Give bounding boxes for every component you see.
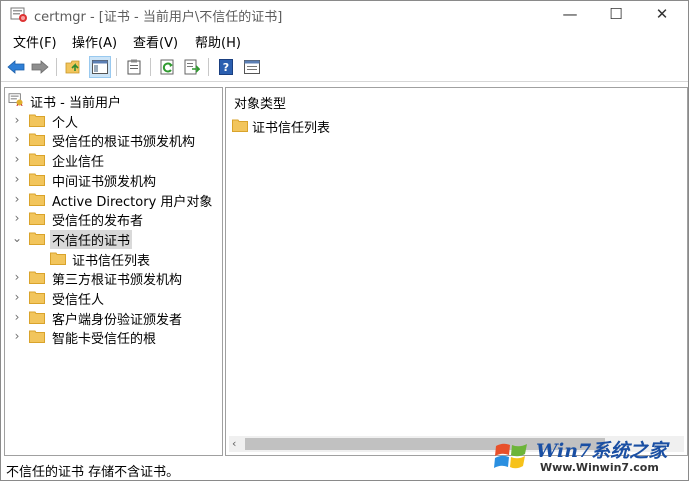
- list-item-label: 证书信任列表: [252, 121, 331, 136]
- chevron-right-icon[interactable]: ›: [12, 152, 22, 166]
- help-icon[interactable]: ?: [215, 56, 237, 78]
- properties-icon[interactable]: [241, 56, 263, 78]
- content-pane[interactable]: 对象类型 证书信任列表 ‹: [225, 87, 688, 456]
- status-text: 不信任的证书 存储不含证书。: [6, 465, 180, 480]
- tree-item-label: 个人: [52, 115, 79, 131]
- menu-help[interactable]: 帮助(H): [195, 32, 241, 51]
- windows-logo-icon: [494, 443, 527, 469]
- folder-icon: [29, 329, 45, 344]
- tree-item-label: 受信任的发布者: [52, 214, 144, 230]
- chevron-right-icon[interactable]: ›: [12, 310, 22, 324]
- folder-icon: [29, 172, 45, 186]
- folder-icon: [29, 310, 45, 324]
- refresh-icon[interactable]: [157, 56, 179, 78]
- menu-file[interactable]: 文件(F): [13, 32, 57, 51]
- folder-icon: [50, 251, 66, 265]
- certmgr-window: certmgr - [证书 - 当前用户\不信任的证书] — ☐ ✕ 文件(F)…: [0, 0, 689, 481]
- tree-item-label: 受信任的根证书颁发机构: [52, 135, 196, 151]
- tree-item-label: 中间证书颁发机构: [52, 174, 157, 190]
- chevron-right-icon[interactable]: ›: [12, 113, 22, 127]
- close-button[interactable]: ✕: [639, 1, 685, 28]
- scroll-left-arrow-icon[interactable]: ‹: [232, 436, 236, 452]
- chevron-right-icon[interactable]: ›: [12, 192, 22, 206]
- tree-item-label: 不信任的证书: [50, 229, 133, 249]
- folder-icon: [29, 132, 45, 147]
- toolbar-separator: [208, 58, 209, 76]
- tree-root-label: 证书 - 当前用户: [30, 96, 121, 111]
- svg-text:?: ?: [223, 61, 229, 74]
- column-header-object-type[interactable]: 对象类型: [234, 93, 286, 112]
- back-arrow-icon[interactable]: [5, 56, 27, 78]
- chevron-right-icon[interactable]: ›: [12, 270, 22, 284]
- folder-icon: [29, 270, 45, 285]
- folder-icon: [29, 211, 45, 226]
- tree-item-label: Active Directory 用户对象: [52, 194, 213, 210]
- folder-icon: [29, 290, 45, 304]
- watermark-title: Win7系统之家: [536, 440, 668, 462]
- forward-arrow-icon[interactable]: [29, 56, 51, 78]
- chevron-right-icon[interactable]: ›: [12, 329, 22, 343]
- folder-icon: [232, 119, 248, 132]
- chevron-right-icon[interactable]: ›: [12, 132, 22, 146]
- tree-pane[interactable]: 证书 - 当前用户 › 个人 › 受信任的根证书颁发机构 › 企业信任 › 中间证书颁发机构 ›…: [4, 87, 223, 456]
- title-bar[interactable]: certmgr - [证书 - 当前用户\不信任的证书] — ☐ ✕: [1, 1, 688, 28]
- watermark-url: Www.Winwin7.com: [540, 461, 659, 474]
- tree-item-label: 企业信任: [52, 155, 105, 171]
- folder-icon: [29, 152, 45, 167]
- watermark: Win7系统之家 Www.Winwin7.com: [492, 434, 682, 478]
- tree-item-label: 第三方根证书颁发机构: [52, 273, 183, 289]
- show-hide-tree-icon[interactable]: [89, 56, 111, 78]
- export-list-icon[interactable]: [181, 56, 203, 78]
- toolbar-separator: [56, 58, 57, 76]
- menu-view[interactable]: 查看(V): [133, 32, 178, 51]
- maximize-button[interactable]: ☐: [593, 1, 639, 28]
- menu-action[interactable]: 操作(A): [72, 32, 117, 51]
- tree-item-label: 客户端身份验证颁发者: [52, 312, 183, 328]
- folder-icon: [29, 231, 45, 245]
- folder-icon: [29, 192, 45, 206]
- window-title: certmgr - [证书 - 当前用户\不信任的证书]: [34, 10, 283, 25]
- tree-item-label: 智能卡受信任的根: [52, 332, 157, 348]
- toolbar-separator: [116, 58, 117, 76]
- certmgr-app-icon: [10, 7, 27, 22]
- folder-icon: [29, 113, 45, 127]
- toolbar: ?: [1, 53, 688, 82]
- tree-item-label: 证书信任列表: [72, 253, 151, 269]
- toolbar-separator: [150, 58, 151, 76]
- certificate-store-icon: [8, 93, 23, 106]
- chevron-down-icon[interactable]: ⌄: [12, 231, 22, 245]
- chevron-right-icon[interactable]: ›: [12, 172, 22, 186]
- up-folder-icon[interactable]: [63, 56, 85, 78]
- chevron-right-icon[interactable]: ›: [12, 211, 22, 225]
- clipboard-icon[interactable]: [123, 56, 145, 78]
- tree-item-label: 受信任人: [52, 293, 105, 308]
- minimize-button[interactable]: —: [547, 1, 593, 28]
- chevron-right-icon[interactable]: ›: [12, 290, 22, 304]
- menu-bar: 文件(F) 操作(A) 查看(V) 帮助(H): [1, 29, 688, 51]
